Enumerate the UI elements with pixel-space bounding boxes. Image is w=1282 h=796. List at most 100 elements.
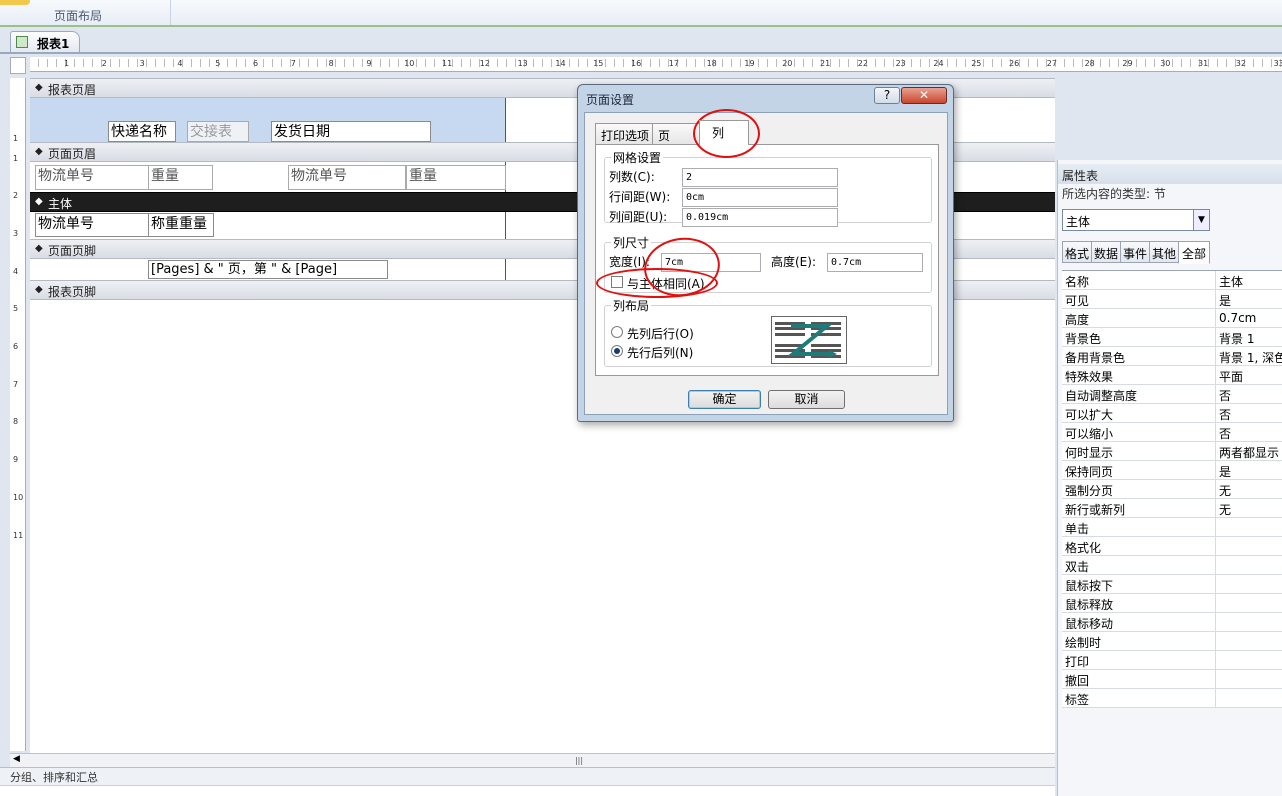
help-button[interactable]: ? [874,87,900,104]
property-row[interactable]: 绘制时 [1062,632,1282,651]
property-value[interactable] [1215,651,1282,669]
courier-name-textbox[interactable]: 快递名称 [108,121,176,142]
ruler-tick-label: 6 [13,342,19,351]
property-row[interactable]: 可见 是 [1062,290,1282,309]
horizontal-scrollbar[interactable]: ◀ ||| [10,753,1055,767]
property-row[interactable]: 高度 0.7cm [1062,309,1282,328]
property-value[interactable] [1215,594,1282,612]
weigh-weight-field[interactable]: 称重重量 [148,213,214,237]
collapse-arrow-icon: ◆ [35,196,43,207]
property-value[interactable] [1215,632,1282,650]
page-number-expression[interactable]: [Pages] & " 页，第 " & [Page] [148,260,388,279]
ship-date-textbox[interactable]: 发货日期 [271,121,431,142]
property-value[interactable]: 否 [1215,385,1282,403]
property-tab[interactable]: 格式 [1062,241,1092,263]
document-tab-underline [0,52,1282,54]
property-row[interactable]: 何时显示 两者都显示 [1062,442,1282,461]
property-row[interactable]: 鼠标按下 [1062,575,1282,594]
property-row[interactable]: 强制分页 无 [1062,480,1282,499]
property-value[interactable]: 平面 [1215,366,1282,384]
scroll-left-arrow-icon[interactable]: ◀ [13,754,20,764]
property-value[interactable]: 背景 1, 深色 [1215,347,1282,365]
tracking-number-field[interactable]: 物流单号 [35,213,151,237]
property-tab[interactable]: 事件 [1120,241,1150,263]
ruler-tick-label: 5 [13,304,19,313]
page-footer-band[interactable]: [Pages] & " 页，第 " & [Page] [30,259,506,280]
column-layout-group: 列布局 先列后行(O) 先行后列(N) [604,297,932,367]
property-row[interactable]: 鼠标移动 [1062,613,1282,632]
property-value[interactable]: 两者都显示 [1215,442,1282,460]
weight-label-1[interactable]: 重量 [148,165,213,190]
property-value[interactable] [1215,613,1282,631]
property-value[interactable]: 否 [1215,404,1282,422]
property-row[interactable]: 打印 [1062,651,1282,670]
property-tab[interactable]: 数据 [1091,241,1121,263]
height-input[interactable]: 0.7cm [827,253,923,272]
property-value[interactable] [1215,689,1282,707]
horizontal-ruler[interactable]: 1234567891011121314151617181920212223242… [30,57,1282,72]
group-sort-total-pane[interactable]: 分组、排序和汇总 [0,767,1055,785]
down-then-across-radio[interactable] [611,326,623,338]
column-spacing-input[interactable]: 0.019cm [682,208,838,227]
property-row[interactable]: 特殊效果 平面 [1062,366,1282,385]
detail-band[interactable]: 物流单号 称重重量 [30,212,506,239]
property-row[interactable]: 背景色 背景 1 [1062,328,1282,347]
property-value[interactable]: 背景 1 [1215,328,1282,346]
selection-type-label: 所选内容的类型: 节 [1062,187,1166,201]
document-tab[interactable]: 报表1 [10,31,80,52]
scroll-thumb-grip-icon[interactable]: ||| [564,756,594,765]
ruler-tick-label: 11 [13,531,24,540]
ruler-dots [30,59,1282,67]
property-name: 保持同页 [1065,465,1114,479]
vertical-ruler[interactable]: 1 1 2 3 4 5 6 7 8 9 10 11 [10,78,26,751]
property-value[interactable]: 是 [1215,461,1282,479]
property-value[interactable]: 无 [1215,480,1282,498]
property-value[interactable] [1215,575,1282,593]
office-button[interactable] [0,0,30,5]
property-row[interactable]: 鼠标释放 [1062,594,1282,613]
tracking-number-label-2[interactable]: 物流单号 [288,165,406,190]
property-value[interactable]: 无 [1215,499,1282,517]
property-row[interactable]: 可以扩大 否 [1062,404,1282,423]
property-value[interactable]: 是 [1215,290,1282,308]
property-row[interactable]: 可以缩小 否 [1062,423,1282,442]
ruler-corner[interactable] [10,57,26,74]
report-header-band[interactable]: 快递名称 交接表 发货日期 [30,98,506,142]
columns-count-input[interactable]: 2 [682,168,838,187]
property-value[interactable]: 主体 [1215,271,1282,289]
cancel-button[interactable]: 取消 [768,390,845,409]
property-row[interactable]: 保持同页 是 [1062,461,1282,480]
property-tab[interactable]: 全部 [1178,241,1210,264]
property-value[interactable] [1215,556,1282,574]
close-button[interactable]: ✕ [901,87,947,104]
property-row[interactable]: 撤回 [1062,670,1282,689]
property-row[interactable]: 单击 [1062,518,1282,537]
row-spacing-input[interactable]: 0cm [682,188,838,207]
property-row[interactable]: 名称 主体 [1062,271,1282,290]
page-header-band[interactable]: 物流单号 重量 物流单号 重量 [30,162,506,192]
object-selector[interactable]: 主体 ▼ [1062,209,1210,231]
tab-print-options[interactable]: 打印选项 [595,123,653,144]
tab-columns[interactable]: 列 [699,120,749,145]
chevron-down-icon[interactable]: ▼ [1193,210,1209,230]
property-value[interactable]: 否 [1215,423,1282,441]
tracking-number-label-1[interactable]: 物流单号 [35,165,150,190]
property-row[interactable]: 双击 [1062,556,1282,575]
ok-button[interactable]: 确定 [688,390,761,409]
columns-count-label: 列数(C): [609,170,655,184]
across-then-down-radio[interactable] [611,345,623,357]
property-value[interactable] [1215,537,1282,555]
property-row[interactable]: 自动调整高度 否 [1062,385,1282,404]
property-value[interactable]: 0.7cm [1215,309,1282,327]
property-value[interactable] [1215,670,1282,688]
property-row[interactable]: 新行或新列 无 [1062,499,1282,518]
across-then-down-label[interactable]: 先行后列(N) [627,344,693,361]
property-row[interactable]: 备用背景色 背景 1, 深色 [1062,347,1282,366]
down-then-across-label[interactable]: 先列后行(O) [627,325,694,342]
property-value[interactable] [1215,518,1282,536]
handover-label[interactable]: 交接表 [187,121,249,142]
property-row[interactable]: 格式化 [1062,537,1282,556]
weight-label-2[interactable]: 重量 [406,165,506,190]
property-row[interactable]: 标签 [1062,689,1282,708]
property-tab[interactable]: 其他 [1149,241,1179,263]
